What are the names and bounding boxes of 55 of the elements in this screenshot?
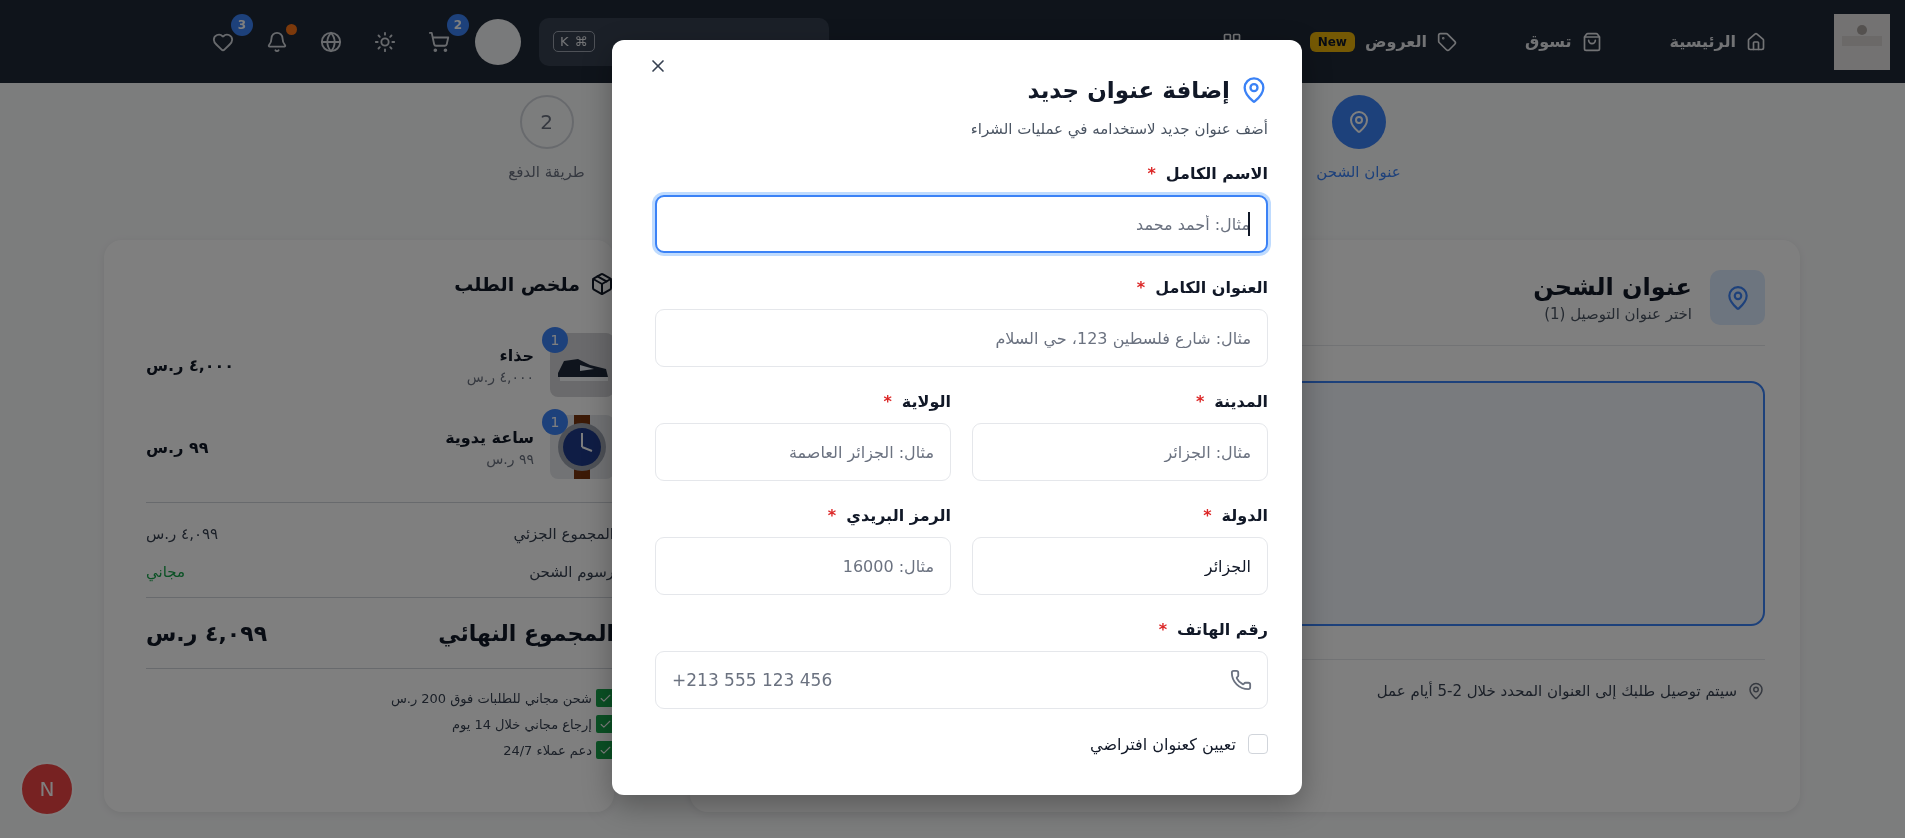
field-label: رقم الهاتف *: [1157, 620, 1268, 639]
tag-icon: [1436, 31, 1457, 52]
field-label: الاسم الكامل *: [1146, 164, 1268, 183]
total-value: ٤,٠٩٩ ر.س: [146, 620, 268, 646]
feature-text: شحن مجاني للطلبات فوق 200 ر.س: [390, 690, 592, 706]
shipping-value: مجاني: [146, 563, 185, 581]
step-label: طريقة الدفع: [508, 163, 585, 181]
field-label: الدولة *: [1202, 506, 1268, 525]
subtotal-value: ٤,٠٩٩ ر.س: [146, 525, 219, 543]
count-badge: 3: [231, 13, 253, 36]
cart-icon: [428, 30, 450, 53]
delivery-note: سيتم توصيل طلبك إلى العنوان المحدد خلال 2-5 أيام عمل: [1376, 682, 1737, 700]
dev-badge[interactable]: N: [20, 762, 74, 816]
shipping-label: رسوم الشحن: [529, 563, 614, 581]
phone-field[interactable]: +213 555 123 456: [655, 651, 1268, 709]
field-label: الرمز البريدي *: [826, 506, 951, 525]
package-icon: [590, 272, 614, 296]
sun-icon: [374, 30, 396, 53]
item-name: ساعة يدوية: [445, 427, 534, 447]
shortcut-key: ⌘ K: [553, 31, 595, 52]
input-field[interactable]: الجزائر: [972, 537, 1268, 595]
feature-text: إرجاع مجاني خلال 14 يوم: [451, 716, 592, 732]
home-icon: [1746, 31, 1766, 52]
total-label: المجموع النهائي: [438, 620, 614, 646]
item-total: ٤,٠٠٠ ر.س: [146, 355, 235, 375]
step-circle[interactable]: [1331, 95, 1386, 149]
phone-icon: [1230, 669, 1252, 691]
field-label: الولاية *: [882, 392, 951, 411]
item-name: حذاء: [498, 345, 534, 365]
dialog-title: إضافة عنوان جديد: [1027, 77, 1230, 103]
step-label: عنوان الشحن: [1316, 163, 1401, 181]
bell-icon: [266, 30, 288, 53]
nav-link[interactable]: الرئيسية: [1669, 31, 1766, 52]
pin-icon: [1747, 682, 1765, 700]
globe-icon: [320, 30, 342, 53]
unit-price: ٤,٠٠٠ ر.س: [466, 368, 534, 385]
item-total: ٩٩ ر.س: [146, 437, 209, 457]
quantity-badge: 1: [542, 409, 568, 435]
feature-text: دعم عملاء 24/7: [503, 742, 592, 758]
unit-price: ٩٩ ر.س: [485, 450, 534, 467]
field-label: العنوان الكامل *: [1135, 278, 1268, 297]
nav-link[interactable]: تسوق: [1524, 31, 1602, 52]
field-label: المدينة *: [1194, 392, 1268, 411]
step-circle[interactable]: 2: [519, 95, 574, 149]
dialog-subtitle: أضف عنوان جديد لاستخدامه في عمليات الشراء: [969, 120, 1268, 138]
section-subtitle: اختر عنوان التوصيل (1): [1543, 304, 1692, 323]
default-checkbox[interactable]: تعيين كعنوان افتراضي: [655, 734, 1268, 754]
quantity-badge: 1: [542, 327, 568, 353]
avatar[interactable]: [475, 18, 521, 65]
section-title: عنوان الشحن: [1533, 272, 1692, 301]
count-badge: 2: [447, 13, 469, 36]
pin-icon: [1710, 270, 1765, 325]
bag-icon: [1581, 31, 1602, 52]
new-badge: New: [1309, 31, 1355, 52]
summary-title: ملخص الطلب: [454, 273, 580, 295]
